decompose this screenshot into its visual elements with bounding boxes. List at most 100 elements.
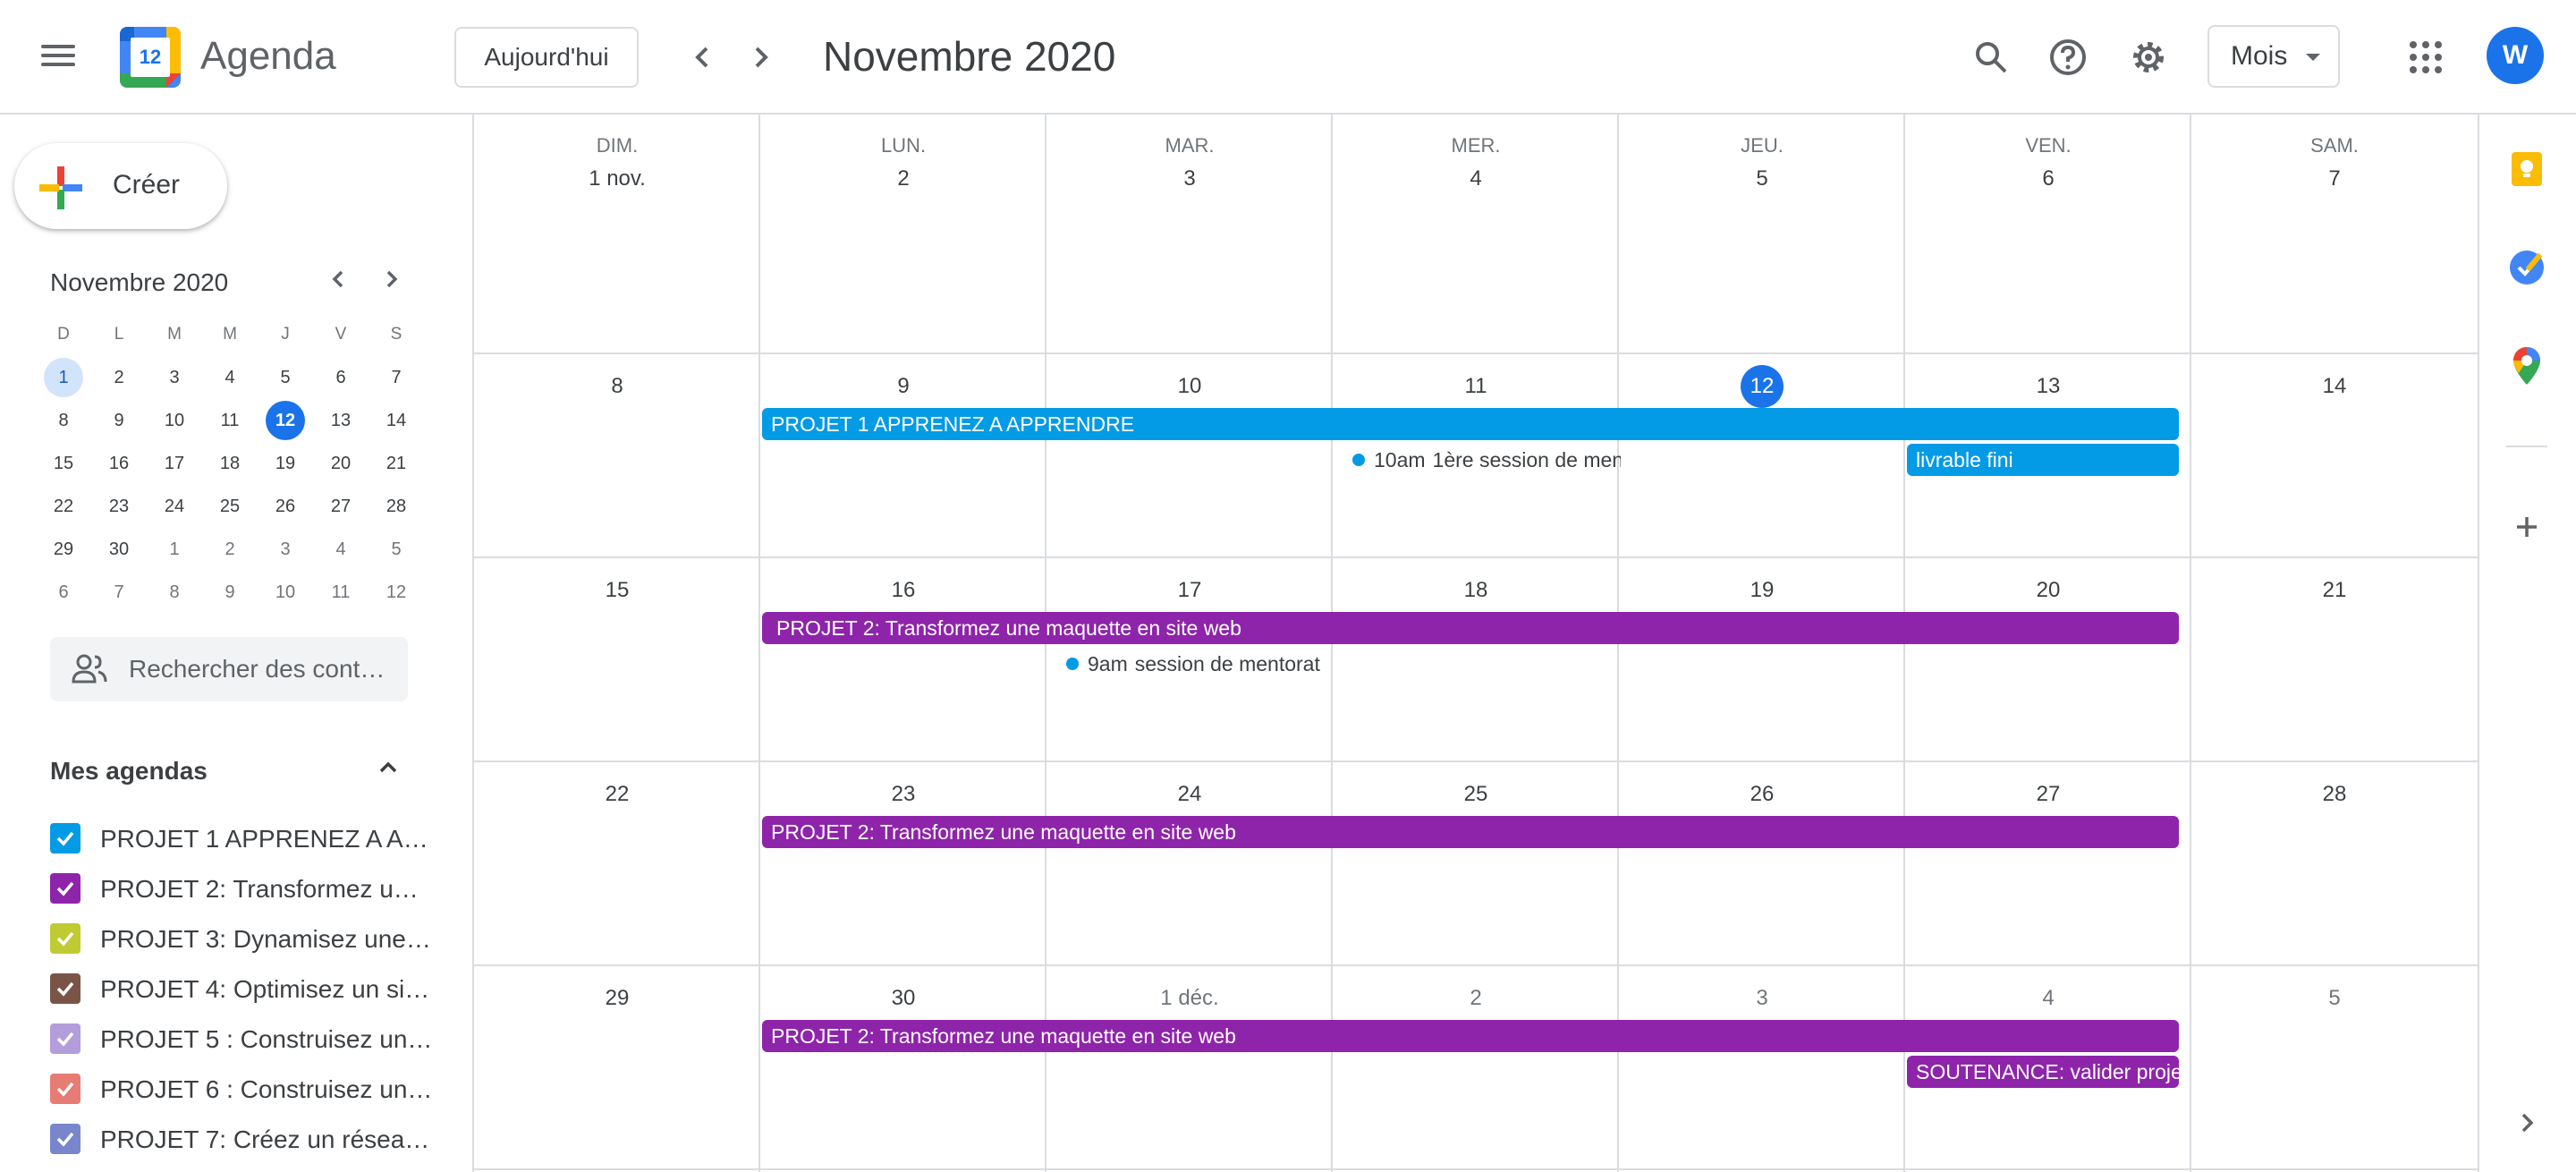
mini-calendar-day[interactable]: 22 — [36, 485, 91, 528]
event-livrable[interactable]: livrable fini — [1907, 444, 2179, 476]
mini-calendar-day[interactable]: 7 — [369, 356, 424, 399]
calendar-checkbox[interactable] — [50, 923, 80, 954]
google-apps-icon[interactable] — [2410, 41, 2442, 73]
calendar-checkbox[interactable] — [50, 1074, 80, 1104]
event-projet-2[interactable]: PROJET 2: Transformez une maquette en si… — [762, 816, 2179, 848]
mini-calendar-day[interactable]: 5 — [369, 528, 424, 571]
mini-calendar-day[interactable]: 10 — [258, 571, 313, 614]
mini-calendar-day[interactable]: 20 — [313, 442, 369, 485]
calendar-list-item[interactable]: PROJET 5 : Construisez un… — [50, 1013, 444, 1063]
day-number[interactable]: 9 — [760, 374, 1046, 399]
day-number[interactable]: 11 — [1333, 374, 1619, 399]
day-number[interactable]: 28 — [2191, 782, 2478, 807]
event-timed-session[interactable]: 10am 1ère session de mentorat — [1340, 444, 1621, 476]
mini-calendar-day[interactable]: 2 — [202, 528, 258, 571]
mini-calendar-day[interactable]: 25 — [202, 485, 258, 528]
calendar-list-item[interactable]: PROJET 1 APPRENEZ A A… — [50, 812, 444, 862]
mini-calendar-day[interactable]: 3 — [147, 356, 202, 399]
day-number[interactable]: 4 — [1905, 986, 2191, 1011]
search-people-input[interactable]: Rechercher des cont… — [50, 637, 408, 701]
mini-calendar-day[interactable]: 14 — [369, 399, 424, 442]
mini-calendar-day[interactable]: 24 — [147, 485, 202, 528]
day-number[interactable]: 18 — [1333, 578, 1619, 603]
mini-calendar-day[interactable]: 10 — [147, 399, 202, 442]
mini-calendar-day[interactable]: 4 — [202, 356, 258, 399]
search-icon[interactable] — [1970, 36, 2012, 79]
day-number[interactable]: 10 — [1046, 374, 1333, 399]
event-timed-session[interactable]: 9am session de mentorat — [1054, 648, 1324, 680]
previous-period-button[interactable] — [682, 36, 724, 79]
calendar-checkbox[interactable] — [50, 973, 80, 1004]
mini-calendar-day[interactable]: 4 — [313, 528, 369, 571]
calendar-list-item[interactable]: PROJET 4: Optimisez un si… — [50, 963, 444, 1013]
mini-calendar-day[interactable]: 16 — [91, 442, 147, 485]
event-soutenance[interactable]: SOUTENANCE: valider projet — [1907, 1056, 2179, 1088]
calendar-list-item[interactable]: PROJET 2: Transformez u… — [50, 862, 444, 913]
calendar-checkbox[interactable] — [50, 1124, 80, 1154]
day-number[interactable]: 8 — [474, 374, 760, 399]
day-number[interactable]: 4 — [1333, 166, 1619, 191]
event-projet-2[interactable]: PROJET 2: Transformez une maquette en si… — [762, 1020, 2179, 1052]
mini-calendar-day[interactable]: 28 — [369, 485, 424, 528]
mini-calendar-day[interactable]: 19 — [258, 442, 313, 485]
mini-calendar-day[interactable]: 17 — [147, 442, 202, 485]
day-number[interactable]: 5 — [1619, 166, 1905, 191]
create-button[interactable]: Créer — [14, 143, 227, 229]
my-calendars-title[interactable]: Mes agendas — [50, 757, 208, 786]
mini-calendar-day[interactable]: 7 — [91, 571, 147, 614]
day-number[interactable]: 2 — [760, 166, 1046, 191]
tasks-icon[interactable] — [2504, 245, 2549, 290]
main-menu-icon[interactable] — [41, 39, 77, 75]
today-day-number[interactable]: 12 — [1619, 365, 1905, 408]
calendar-checkbox[interactable] — [50, 873, 80, 904]
day-number[interactable]: 22 — [474, 782, 760, 807]
add-addon-icon[interactable] — [2504, 505, 2549, 549]
mini-calendar-day[interactable]: 6 — [36, 571, 91, 614]
mini-calendar-day[interactable]: 9 — [202, 571, 258, 614]
mini-calendar-prev-button[interactable] — [320, 261, 356, 297]
mini-calendar-day[interactable]: 12 — [258, 399, 313, 442]
day-number[interactable]: 3 — [1619, 986, 1905, 1011]
mini-calendar-day[interactable]: 8 — [36, 399, 91, 442]
mini-calendar-day[interactable]: 26 — [258, 485, 313, 528]
mini-calendar-day[interactable]: 23 — [91, 485, 147, 528]
mini-calendar-day[interactable]: 13 — [313, 399, 369, 442]
calendar-list-item[interactable]: PROJET 3: Dynamisez une… — [50, 913, 444, 963]
day-number[interactable]: 26 — [1619, 782, 1905, 807]
mini-calendar-day[interactable]: 18 — [202, 442, 258, 485]
mini-calendar-day[interactable]: 3 — [258, 528, 313, 571]
mini-calendar-day[interactable]: 9 — [91, 399, 147, 442]
day-number[interactable]: 5 — [2191, 986, 2478, 1011]
day-number[interactable]: 20 — [1905, 578, 2191, 603]
day-number[interactable]: 19 — [1619, 578, 1905, 603]
mini-calendar-day[interactable]: 11 — [202, 399, 258, 442]
day-number[interactable]: 27 — [1905, 782, 2191, 807]
day-number[interactable]: 2 — [1333, 986, 1619, 1011]
day-number[interactable]: 6 — [1905, 166, 2191, 191]
event-projet-2[interactable]: PROJET 2: Transformez une maquette en si… — [762, 612, 2179, 644]
day-number[interactable]: 14 — [2191, 374, 2478, 399]
mini-calendar-day[interactable]: 8 — [147, 571, 202, 614]
mini-calendar-day[interactable]: 12 — [369, 571, 424, 614]
view-selector[interactable]: Mois — [2207, 25, 2340, 88]
chevron-right-icon[interactable] — [2504, 1100, 2549, 1145]
day-number[interactable]: 16 — [760, 578, 1046, 603]
help-icon[interactable] — [2046, 36, 2089, 79]
mini-calendar-day[interactable]: 1 — [36, 356, 91, 399]
day-number[interactable]: 29 — [474, 986, 760, 1011]
day-number[interactable]: 7 — [2191, 166, 2478, 191]
keep-icon[interactable] — [2504, 147, 2549, 191]
mini-calendar-day[interactable]: 11 — [313, 571, 369, 614]
maps-icon[interactable] — [2504, 344, 2549, 388]
calendar-list-item[interactable]: PROJET 6 : Construisez un… — [50, 1063, 444, 1113]
day-number[interactable]: 30 — [760, 986, 1046, 1011]
day-number[interactable]: 21 — [2191, 578, 2478, 603]
mini-calendar-day[interactable]: 27 — [313, 485, 369, 528]
mini-calendar-day[interactable]: 30 — [91, 528, 147, 571]
day-number[interactable]: 24 — [1046, 782, 1333, 807]
day-number[interactable]: 13 — [1905, 374, 2191, 399]
mini-calendar-day[interactable]: 29 — [36, 528, 91, 571]
mini-calendar-next-button[interactable] — [374, 261, 410, 297]
mini-calendar-day[interactable]: 6 — [313, 356, 369, 399]
event-projet-1[interactable]: PROJET 1 APPRENEZ A APPRENDRE — [762, 408, 2179, 440]
